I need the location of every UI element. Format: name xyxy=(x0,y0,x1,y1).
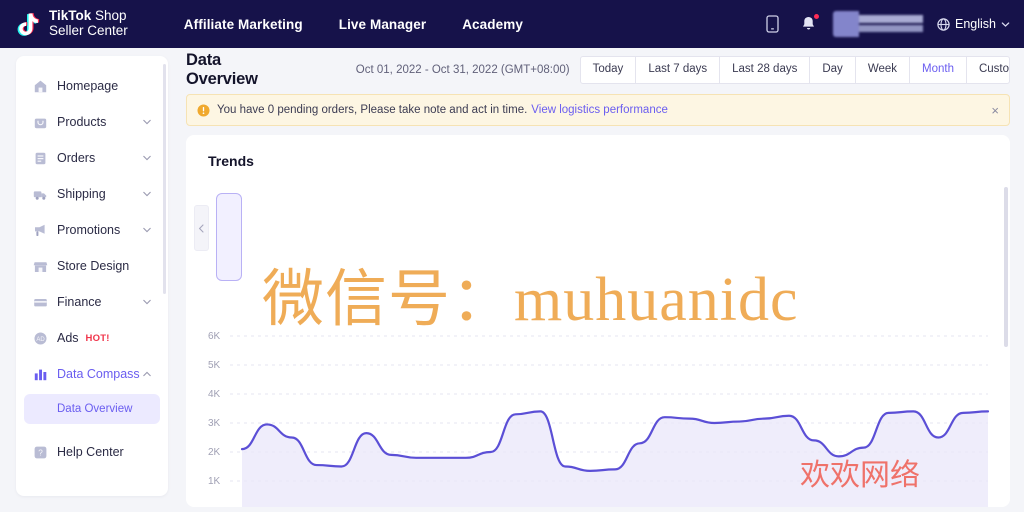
nav-link-affiliate-marketing[interactable]: Affiliate Marketing xyxy=(184,17,303,32)
chevron-up-icon[interactable] xyxy=(142,369,152,379)
trends-chart: 6K 5K 4K 3K 2K 1K xyxy=(186,325,1010,507)
clipboard-icon xyxy=(32,150,48,166)
home-icon xyxy=(32,78,48,94)
card-icon xyxy=(32,294,48,310)
sidebar-label-shipping: Shipping xyxy=(57,187,106,201)
date-range-label: Oct 01, 2022 - Oct 31, 2022 (GMT+08:00) xyxy=(355,64,570,76)
globe-icon xyxy=(937,17,950,31)
sidebar-item-shipping[interactable]: Shipping xyxy=(24,176,160,212)
svg-text:?: ? xyxy=(38,448,43,457)
barchart-icon xyxy=(32,366,48,382)
close-icon[interactable]: × xyxy=(991,104,999,117)
sidebar-item-homepage[interactable]: Homepage xyxy=(24,68,160,104)
range-button-last-28-days[interactable]: Last 28 days xyxy=(720,57,811,83)
range-button-month[interactable]: Month xyxy=(910,57,967,83)
sidebar-label-promotions: Promotions xyxy=(57,223,121,237)
chevron-down-icon xyxy=(1001,21,1010,27)
sidebar-sublabel-data-overview: Data Overview xyxy=(57,403,133,415)
page-title: Data Overview xyxy=(186,51,258,88)
warning-icon xyxy=(197,104,210,117)
sidebar-item-products[interactable]: Products xyxy=(24,104,160,140)
sidebar-item-store-design[interactable]: Store Design xyxy=(24,248,160,284)
brand-shop-word: Shop xyxy=(91,8,127,24)
range-button-custom[interactable]: Custom xyxy=(967,57,1009,83)
sidebar-item-ads[interactable]: AD Ads HOT! xyxy=(24,320,160,356)
brand-logo[interactable]: TikTok Shop Seller Center xyxy=(16,9,128,38)
sidebar-subitem-data-overview[interactable]: Data Overview xyxy=(24,394,160,424)
brand-tiktok-word: TikTok xyxy=(49,8,92,24)
chevron-down-icon[interactable] xyxy=(142,297,152,307)
svg-text:AD: AD xyxy=(36,337,45,343)
language-label: English xyxy=(955,17,996,31)
chevron-down-icon[interactable] xyxy=(142,117,152,127)
mobile-icon[interactable] xyxy=(761,13,783,35)
nav-link-live-manager[interactable]: Live Manager xyxy=(339,17,426,32)
pending-orders-banner: You have 0 pending orders, Please take n… xyxy=(186,94,1010,126)
sidebar-label-homepage: Homepage xyxy=(57,79,119,93)
trends-line-chart xyxy=(230,335,990,507)
sidebar-item-promotions[interactable]: Promotions xyxy=(24,212,160,248)
top-nav-right-group: English xyxy=(761,11,1010,37)
sidebar-label-finance: Finance xyxy=(57,295,102,309)
top-navigation-bar: TikTok Shop Seller Center Affiliate Mark… xyxy=(0,0,1024,48)
sidebar-item-help-center[interactable]: ? Help Center xyxy=(24,434,160,470)
chevron-down-icon[interactable] xyxy=(142,225,152,235)
ads-hot-badge: HOT! xyxy=(85,332,110,344)
nav-link-academy[interactable]: Academy xyxy=(462,17,523,32)
brand-line-2: Seller Center xyxy=(49,23,128,38)
chevron-down-icon[interactable] xyxy=(142,153,152,163)
bell-icon[interactable] xyxy=(797,13,820,35)
sidebar: Homepage Products Orders Shipping Promot… xyxy=(16,56,168,496)
brand-text: TikTok Shop Seller Center xyxy=(49,9,128,38)
sidebar-item-data-compass[interactable]: Data Compass xyxy=(24,356,160,392)
range-button-week[interactable]: Week xyxy=(856,57,911,83)
sidebar-scrollbar[interactable] xyxy=(163,64,166,294)
storefront-icon xyxy=(32,258,48,274)
sidebar-label-ads: Ads xyxy=(57,331,79,345)
sidebar-item-orders[interactable]: Orders xyxy=(24,140,160,176)
megaphone-icon xyxy=(32,222,48,238)
top-nav-links: Affiliate Marketing Live Manager Academy xyxy=(184,17,523,32)
metric-card-strip xyxy=(186,185,1010,281)
user-profile-avatar[interactable] xyxy=(833,11,923,37)
chevron-down-icon[interactable] xyxy=(142,189,152,199)
notification-badge xyxy=(813,13,820,20)
range-button-today[interactable]: Today xyxy=(581,57,637,83)
bag-icon xyxy=(32,114,48,130)
help-icon: ? xyxy=(32,444,48,460)
ads-icon: AD xyxy=(32,330,48,346)
metric-card-selected[interactable] xyxy=(216,193,242,281)
trends-title: Trends xyxy=(208,153,254,169)
chevron-left-icon[interactable] xyxy=(194,205,209,251)
range-button-last-7-days[interactable]: Last 7 days xyxy=(636,57,721,83)
sidebar-label-data-compass: Data Compass xyxy=(57,367,140,381)
language-selector[interactable]: English xyxy=(937,17,1010,31)
page-header: Data Overview Oct 01, 2022 - Oct 31, 202… xyxy=(184,48,1024,92)
sidebar-label-products: Products xyxy=(57,115,107,129)
truck-icon xyxy=(32,186,48,202)
main-content: Data Overview Oct 01, 2022 - Oct 31, 202… xyxy=(184,48,1024,512)
sidebar-label-store-design: Store Design xyxy=(57,259,130,273)
brand-line-1: TikTok Shop xyxy=(49,9,128,24)
range-button-day[interactable]: Day xyxy=(810,57,856,83)
tiktok-note-icon xyxy=(16,10,42,38)
sidebar-label-orders: Orders xyxy=(57,151,96,165)
sidebar-item-finance[interactable]: Finance xyxy=(24,284,160,320)
sidebar-label-help-center: Help Center xyxy=(57,445,124,459)
date-range-button-group: Today Last 7 days Last 28 days Day Week … xyxy=(579,56,1010,84)
banner-link-view-logistics[interactable]: View logistics performance xyxy=(531,104,668,116)
page-scrollbar[interactable] xyxy=(1004,187,1008,347)
banner-message: You have 0 pending orders, Please take n… xyxy=(217,104,528,116)
trends-card: Trends 6K 5K 4K 3K 2K 1K xyxy=(186,135,1010,507)
